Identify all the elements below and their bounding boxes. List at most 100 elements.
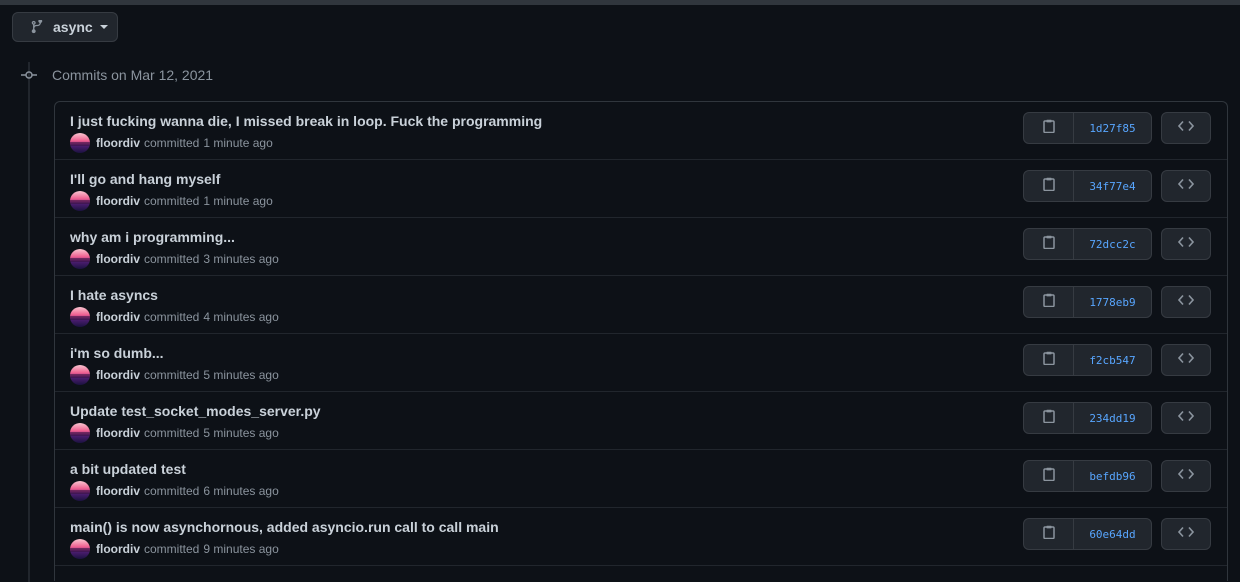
timeline-line — [28, 62, 30, 582]
commit-message-link[interactable]: I'll go and hang myself — [70, 171, 220, 188]
author-link[interactable]: floordiv — [96, 426, 140, 440]
commit-sha-link[interactable]: 1d27f85 — [1074, 113, 1151, 143]
commit-time: 6 minutes ago — [203, 484, 279, 498]
commit-meta: floordiv committed 5 minutes ago — [70, 423, 279, 443]
browse-repo-button[interactable] — [1161, 460, 1211, 492]
browse-repo-button[interactable] — [1161, 344, 1211, 376]
author-link[interactable]: floordiv — [96, 484, 140, 498]
author-avatar[interactable] — [70, 249, 90, 269]
copy-sha-button[interactable] — [1024, 461, 1074, 491]
author-avatar[interactable] — [70, 365, 90, 385]
sha-button-group: 1778eb9 — [1023, 286, 1152, 318]
author-link[interactable]: floordiv — [96, 310, 140, 324]
browse-repo-button[interactable] — [1161, 112, 1211, 144]
commit-time: 9 minutes ago — [203, 542, 279, 556]
commit-action-text: committed — [144, 136, 200, 150]
commit-sha-link[interactable]: 1778eb9 — [1074, 287, 1151, 317]
commit-sha-link[interactable]: 72dcc2c — [1074, 229, 1151, 259]
commit-meta: floordiv committed 1 minute ago — [70, 133, 273, 153]
author-avatar[interactable] — [70, 423, 90, 443]
copy-sha-button[interactable] — [1024, 171, 1074, 201]
clipboard-icon — [1042, 119, 1055, 138]
git-branch-icon — [30, 19, 44, 34]
commit-row: i'm so dumb... floordiv committed 5 minu… — [55, 334, 1227, 392]
copy-sha-button[interactable] — [1024, 287, 1074, 317]
commit-sha-link[interactable]: f2cb547 — [1074, 345, 1151, 375]
commit-time: 4 minutes ago — [203, 310, 279, 324]
commit-time: 1 minute ago — [203, 136, 273, 150]
browse-repo-button[interactable] — [1161, 518, 1211, 550]
author-link[interactable]: floordiv — [96, 194, 140, 208]
commit-sha-link[interactable]: 60e64dd — [1074, 519, 1151, 549]
commit-action-text: committed — [144, 426, 200, 440]
sha-button-group: 234dd19 — [1023, 402, 1152, 434]
clipboard-icon — [1042, 525, 1055, 544]
browse-repo-button[interactable] — [1161, 286, 1211, 318]
commit-meta: floordiv committed 4 minutes ago — [70, 307, 279, 327]
copy-sha-button[interactable] — [1024, 403, 1074, 433]
author-avatar[interactable] — [70, 481, 90, 501]
commit-action-text: committed — [144, 310, 200, 324]
commit-meta: floordiv committed 1 minute ago — [70, 191, 273, 211]
author-link[interactable]: floordiv — [96, 252, 140, 266]
copy-sha-button[interactable] — [1024, 519, 1074, 549]
commit-row: I just fucking wanna die, I missed break… — [55, 102, 1227, 160]
sha-button-group: 1d27f85 — [1023, 112, 1152, 144]
commit-row: why am i programming... floordiv committ… — [55, 218, 1227, 276]
author-link[interactable]: floordiv — [96, 368, 140, 382]
browse-repo-button[interactable] — [1161, 228, 1211, 260]
copy-sha-button[interactable] — [1024, 229, 1074, 259]
commit-group-date: Commits on Mar 12, 2021 — [52, 67, 214, 83]
commit-meta: floordiv committed 6 minutes ago — [70, 481, 279, 501]
commit-message-link[interactable]: I just fucking wanna die, I missed break… — [70, 113, 542, 130]
sha-button-group: 72dcc2c — [1023, 228, 1152, 260]
commit-sha-link[interactable]: 234dd19 — [1074, 403, 1151, 433]
browse-repo-button[interactable] — [1161, 402, 1211, 434]
clipboard-icon — [1042, 467, 1055, 486]
author-avatar[interactable] — [70, 133, 90, 153]
commit-message-link[interactable]: why am i programming... — [70, 229, 235, 246]
copy-sha-button[interactable] — [1024, 113, 1074, 143]
copy-sha-button[interactable] — [1024, 345, 1074, 375]
author-avatar[interactable] — [70, 307, 90, 327]
commit-time: 5 minutes ago — [203, 368, 279, 382]
browse-repo-button[interactable] — [1161, 170, 1211, 202]
commit-time: 1 minute ago — [203, 194, 273, 208]
commit-list: I just fucking wanna die, I missed break… — [54, 101, 1228, 581]
author-avatar[interactable] — [70, 191, 90, 211]
commit-action-text: committed — [144, 542, 200, 556]
sha-button-group: 34f77e4 — [1023, 170, 1152, 202]
clipboard-icon — [1042, 177, 1055, 196]
git-commit-icon — [21, 67, 37, 83]
top-border — [0, 0, 1240, 5]
commit-row: a bit updated test floordiv committed 6 … — [55, 450, 1227, 508]
clipboard-icon — [1042, 351, 1055, 370]
commit-sha-link[interactable]: 34f77e4 — [1074, 171, 1151, 201]
caret-down-icon — [99, 25, 108, 29]
commit-row: main() is now asynchornous, added asynci… — [55, 508, 1227, 566]
commit-action-text: committed — [144, 368, 200, 382]
code-icon — [1177, 119, 1195, 137]
commit-message-link[interactable]: i'm so dumb... — [70, 345, 164, 362]
author-link[interactable]: floordiv — [96, 542, 140, 556]
code-icon — [1177, 351, 1195, 369]
clipboard-icon — [1042, 293, 1055, 312]
commit-message-link[interactable]: Update test_socket_modes_server.py — [70, 403, 321, 420]
clipboard-icon — [1042, 409, 1055, 428]
commit-row: Update test_socket_modes_server.py floor… — [55, 392, 1227, 450]
commit-sha-link[interactable]: befdb96 — [1074, 461, 1151, 491]
author-avatar[interactable] — [70, 539, 90, 559]
commit-action-text: committed — [144, 194, 200, 208]
code-icon — [1177, 177, 1195, 195]
author-link[interactable]: floordiv — [96, 136, 140, 150]
code-icon — [1177, 235, 1195, 253]
commit-message-link[interactable]: I hate asyncs — [70, 287, 158, 304]
code-icon — [1177, 409, 1195, 427]
commit-row: I'll go and hang myself floordiv committ… — [55, 160, 1227, 218]
commit-time: 3 minutes ago — [203, 252, 279, 266]
commit-message-link[interactable]: main() is now asynchornous, added asynci… — [70, 519, 499, 536]
commit-message-link[interactable]: a bit updated test — [70, 461, 186, 478]
code-icon — [1177, 467, 1195, 485]
commit-row: I hate asyncs floordiv committed 4 minut… — [55, 276, 1227, 334]
branch-selector-button[interactable]: async — [12, 12, 118, 42]
